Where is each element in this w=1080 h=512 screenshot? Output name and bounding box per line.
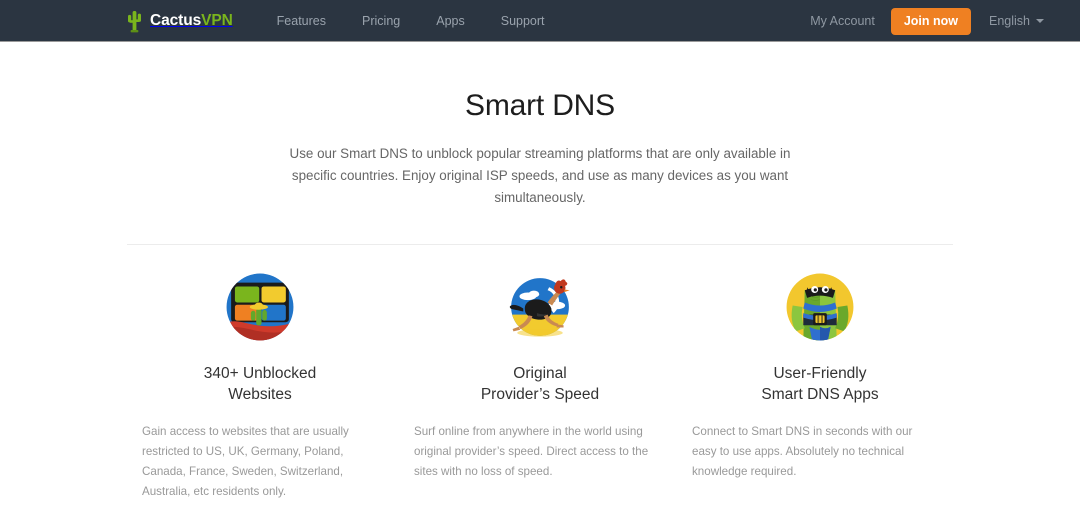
language-selector-label: English: [989, 14, 1030, 28]
feature-card: User-Friendly Smart DNS Apps Connect to …: [680, 269, 960, 502]
feature-columns: 340+ Unblocked Websites Gain access to w…: [120, 245, 960, 502]
feature-title: Original Provider’s Speed: [480, 365, 600, 403]
feature-description: Connect to Smart DNS in seconds with our…: [692, 425, 913, 478]
unblocked-websites-screens-cactus-icon: [226, 273, 294, 341]
top-navigation-bar: CactusVPN Features Pricing Apps Support …: [0, 0, 1080, 42]
nav-item-apps[interactable]: Apps: [418, 0, 483, 42]
hero-section: Smart DNS Use our Smart DNS to unblock p…: [0, 42, 1080, 209]
nav-item-pricing[interactable]: Pricing: [344, 0, 418, 42]
feature-description: Surf online from anywhere in the world u…: [414, 425, 649, 478]
navbar-left-group: CactusVPN Features Pricing Apps Support: [126, 0, 563, 42]
language-selector[interactable]: English: [989, 14, 1044, 28]
primary-nav: Features Pricing Apps Support: [259, 0, 563, 42]
feature-description: Gain access to websites that are usually…: [142, 425, 349, 498]
logo-text: CactusVPN: [150, 12, 233, 30]
join-now-button[interactable]: Join now: [890, 7, 971, 35]
feature-card: Original Provider’s Speed Surf online fr…: [400, 269, 680, 502]
feature-title: 340+ Unblocked Websites: [203, 365, 317, 403]
page-title: Smart DNS: [465, 89, 615, 122]
chevron-down-icon: [1036, 19, 1044, 23]
cactus-superhero-apps-icon: [786, 273, 854, 341]
feature-card: 340+ Unblocked Websites Gain access to w…: [120, 269, 400, 502]
logo-text-secondary: VPN: [201, 11, 233, 29]
my-account-link[interactable]: My Account: [810, 14, 875, 28]
nav-item-support[interactable]: Support: [483, 0, 563, 42]
cactus-icon: [128, 10, 141, 32]
site-logo[interactable]: CactusVPN: [126, 9, 233, 33]
nav-item-features[interactable]: Features: [259, 0, 344, 42]
running-ostrich-speed-icon: [509, 278, 570, 337]
page-subtitle: Use our Smart DNS to unblock popular str…: [289, 146, 791, 205]
navbar-right-group: My Account Join now English: [810, 0, 1044, 42]
logo-text-primary: Cactus: [150, 11, 202, 29]
feature-title: User-Friendly Smart DNS Apps: [761, 365, 879, 403]
